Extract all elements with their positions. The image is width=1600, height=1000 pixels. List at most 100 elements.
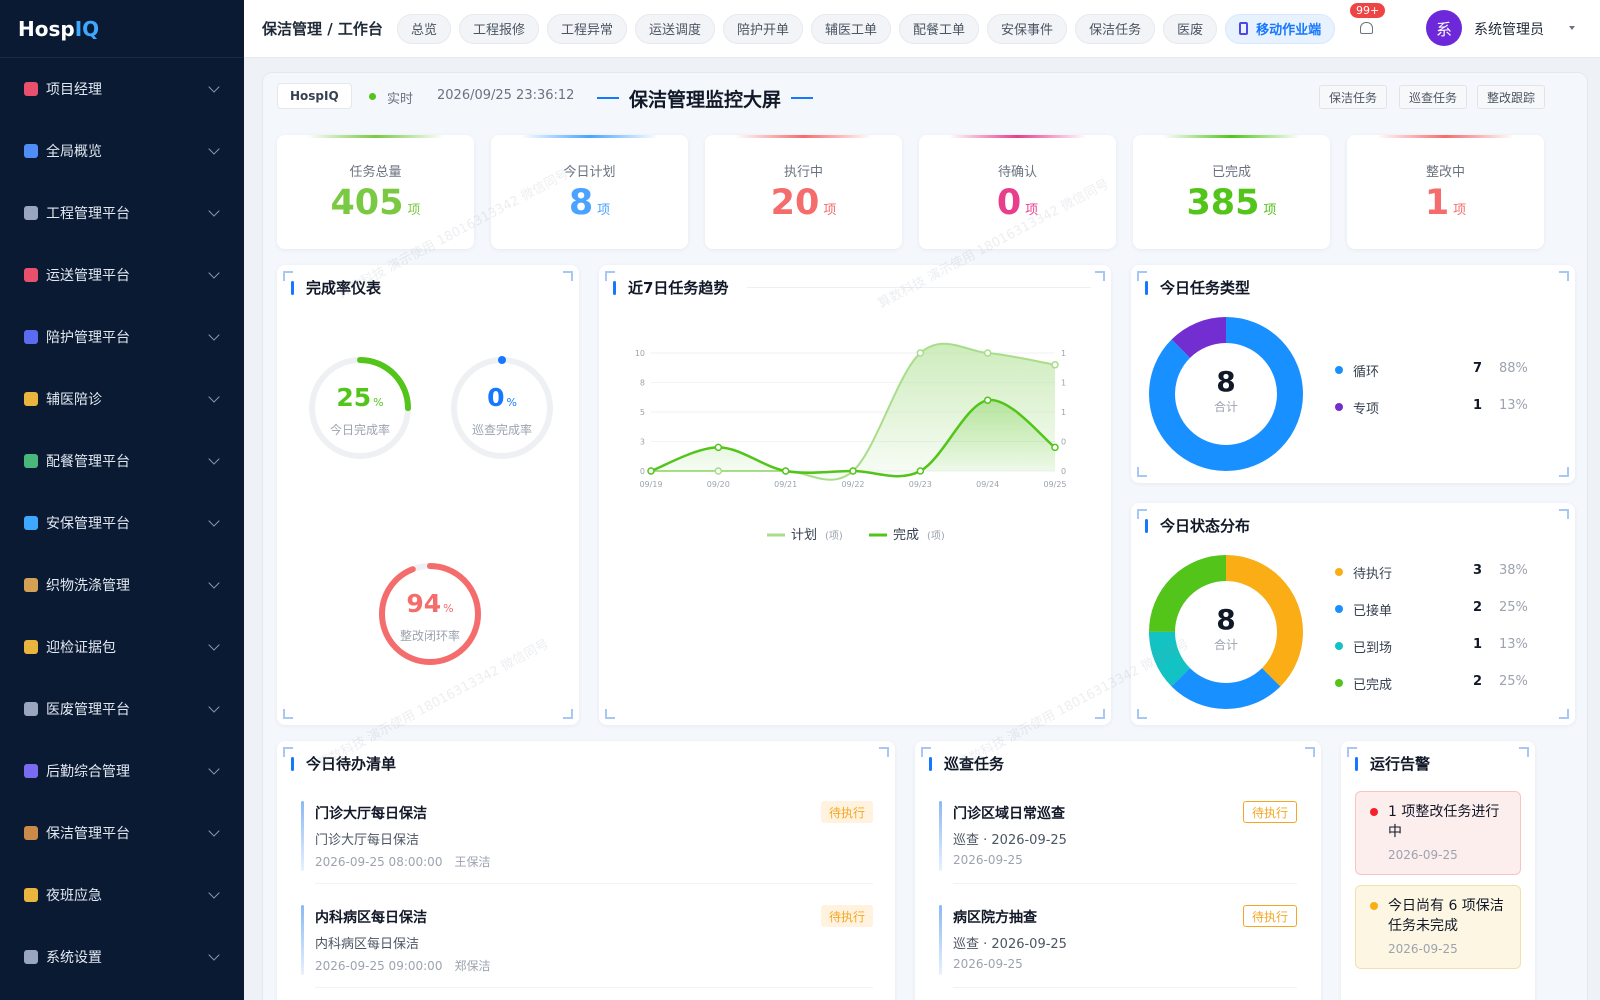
sidebar-item[interactable]: 医废管理平台 (0, 678, 244, 740)
alert-card[interactable]: 今日尚有 6 项保洁任务未完成 2026-09-25 (1355, 885, 1521, 969)
app-logo[interactable]: Hosp IQ (0, 0, 244, 58)
y-tick-right: 1 (1061, 379, 1066, 388)
logo-accent: IQ (74, 16, 100, 41)
gauge-unit: % (443, 602, 454, 615)
header-tab[interactable]: 安保事件 (987, 13, 1068, 44)
header-tab[interactable]: 配餐工单 (899, 13, 980, 44)
series-point[interactable] (647, 467, 655, 475)
sidebar-item[interactable]: 工程管理平台 (0, 182, 244, 244)
chevron-down-icon[interactable] (1569, 26, 1575, 30)
sidebar-item[interactable]: 系统设置 (0, 926, 244, 988)
bed-icon (24, 330, 38, 344)
header-tab[interactable]: 工程异常 (546, 13, 627, 44)
series-point[interactable] (983, 396, 992, 404)
task-type-panel: 今日任务类型 8 合计 循环 7 88% 专项 1 13% (1131, 265, 1575, 483)
legend-row[interactable]: 循环 7 88% (1335, 361, 1555, 381)
series-point[interactable] (916, 349, 925, 357)
notification-button[interactable]: 99+ (1350, 3, 1386, 42)
gauge-dot (498, 356, 506, 364)
gauge-value: 25 (336, 383, 372, 412)
corner-deco (1305, 747, 1315, 757)
stat-value-wrap: 405 项 (277, 183, 474, 223)
sidebar-item[interactable]: 后勤综合管理 (0, 740, 244, 802)
stat-value: 0 (996, 183, 1022, 223)
inspection-item[interactable]: 病区院方抽查 巡查 · 2026-09-25 2026-09-25 待执行 (939, 905, 1297, 997)
legend-row[interactable]: 已到场 1 13% (1335, 637, 1555, 657)
stat-value: 405 (330, 183, 404, 223)
sidebar-item[interactable]: 陪护管理平台 (0, 306, 244, 368)
chart-icon (24, 144, 38, 158)
avatar[interactable]: 系 (1426, 10, 1462, 46)
header-tab[interactable]: 工程报修 (458, 13, 539, 44)
task-type-total: 8 (1216, 365, 1236, 398)
chevron-down-icon (208, 453, 220, 465)
phone-icon (1239, 22, 1249, 35)
status-title: 今日状态分布 (1145, 515, 1250, 536)
series-point[interactable] (1051, 361, 1059, 369)
broom-icon (24, 826, 38, 840)
inspection-item[interactable]: 门诊区域日常巡查 巡查 · 2026-09-25 2026-09-25 待执行 (939, 801, 1297, 893)
corner-deco (1559, 271, 1569, 281)
series-point[interactable] (916, 467, 925, 475)
y-tick-left: 3 (640, 438, 645, 447)
series-point[interactable] (1051, 443, 1059, 452)
header-tab[interactable]: 运送调度 (634, 13, 715, 44)
sidebar-item[interactable]: 全局概览 (0, 120, 244, 182)
todo-item[interactable]: 内科病区每日保洁 内科病区每日保洁 2026-09-25 09:00:00 郑保洁 待执… (301, 905, 873, 997)
header-tab[interactable]: 医废 (1163, 13, 1218, 44)
todo-item-time: 2026-09-25 08:00:00 (315, 855, 443, 869)
cleaning-task-button[interactable]: 保洁任务 (1319, 85, 1388, 109)
stat-unit: 项 (823, 203, 837, 218)
sidebar-item[interactable]: 运送管理平台 (0, 244, 244, 306)
gauge-value-wrap: 25% (307, 383, 413, 412)
corner-deco (563, 709, 573, 719)
sidebar-item-label: 配餐管理平台 (46, 454, 130, 470)
user-name[interactable]: 系统管理员 (1474, 19, 1544, 39)
rectify-track-button[interactable]: 整改跟踪 (1477, 85, 1546, 109)
legend-name[interactable]: 计划 (791, 528, 817, 543)
series-point[interactable] (849, 467, 857, 475)
header-tab[interactable]: 陪护开单 (723, 13, 804, 44)
sidebar-item-label: 保洁管理平台 (46, 826, 130, 842)
legend-name[interactable]: 完成 (893, 528, 919, 543)
legend-row[interactable]: 待执行 3 38% (1335, 563, 1555, 583)
legend-name: 专项 (1353, 402, 1380, 417)
todo-item[interactable]: 门诊大厅每日保洁 门诊大厅每日保洁 2026-09-25 08:00:00 王保洁 待执… (301, 801, 873, 893)
sidebar: Hosp IQ 项目经理 全局概览 工程管理平台 运送管理平台 陪护管理平台 辅医陪诊配餐管… (0, 0, 244, 1000)
todo-item-meta: 2026-09-25 09:00:00 郑保洁 (315, 957, 490, 974)
gauge-panel-title: 完成率仪表 (291, 277, 381, 298)
series-point[interactable] (983, 349, 992, 357)
sidebar-item[interactable]: 配餐管理平台 (0, 430, 244, 492)
task-type-center: 8 合计 (1141, 365, 1311, 415)
inspection-task-button[interactable]: 巡查任务 (1399, 85, 1468, 109)
header-tab[interactable]: 辅医工单 (811, 13, 892, 44)
sidebar-item-label: 后勤综合管理 (46, 764, 130, 780)
status-badge: 待执行 (1242, 801, 1297, 823)
stat-accent-line (521, 135, 658, 138)
row-divider (315, 987, 873, 988)
stat-unit: 项 (1263, 203, 1277, 218)
header-tab[interactable]: 总览 (396, 13, 451, 44)
legend-row[interactable]: 已完成 2 25% (1335, 674, 1555, 694)
legend-percent: 13% (1499, 637, 1528, 652)
sidebar-item[interactable]: 项目经理 (0, 58, 244, 120)
series-point[interactable] (714, 443, 723, 452)
todo-item-sub: 内科病区每日保洁 (315, 937, 420, 952)
inspection-item-bar (939, 905, 942, 975)
alert-card[interactable]: 1 项整改任务进行中 2026-09-25 (1355, 791, 1521, 875)
corner-deco (1559, 509, 1569, 519)
target-icon (24, 82, 38, 96)
header-tab[interactable]: 保洁任务 (1075, 13, 1156, 44)
sidebar-item[interactable]: 夜班应急 (0, 864, 244, 926)
stat-unit: 项 (1025, 203, 1039, 218)
mobile-workspace-tab[interactable]: 移动作业端 (1225, 13, 1336, 44)
sidebar-item[interactable]: 迎检证据包 (0, 616, 244, 678)
legend-row[interactable]: 已接单 2 25% (1335, 600, 1555, 620)
legend-row[interactable]: 专项 1 13% (1335, 398, 1555, 418)
sidebar-item[interactable]: 织物洗涤管理 (0, 554, 244, 616)
sidebar-item[interactable]: 保洁管理平台 (0, 802, 244, 864)
series-point[interactable] (781, 467, 790, 475)
quick-tabs: 总览 工程报修 工程异常 运送调度 陪护开单 辅医工单 配餐工单 安保事件 保洁任务 医废 移动作业… (396, 13, 1343, 44)
sidebar-item[interactable]: 辅医陪诊 (0, 368, 244, 430)
sidebar-item[interactable]: 安保管理平台 (0, 492, 244, 554)
